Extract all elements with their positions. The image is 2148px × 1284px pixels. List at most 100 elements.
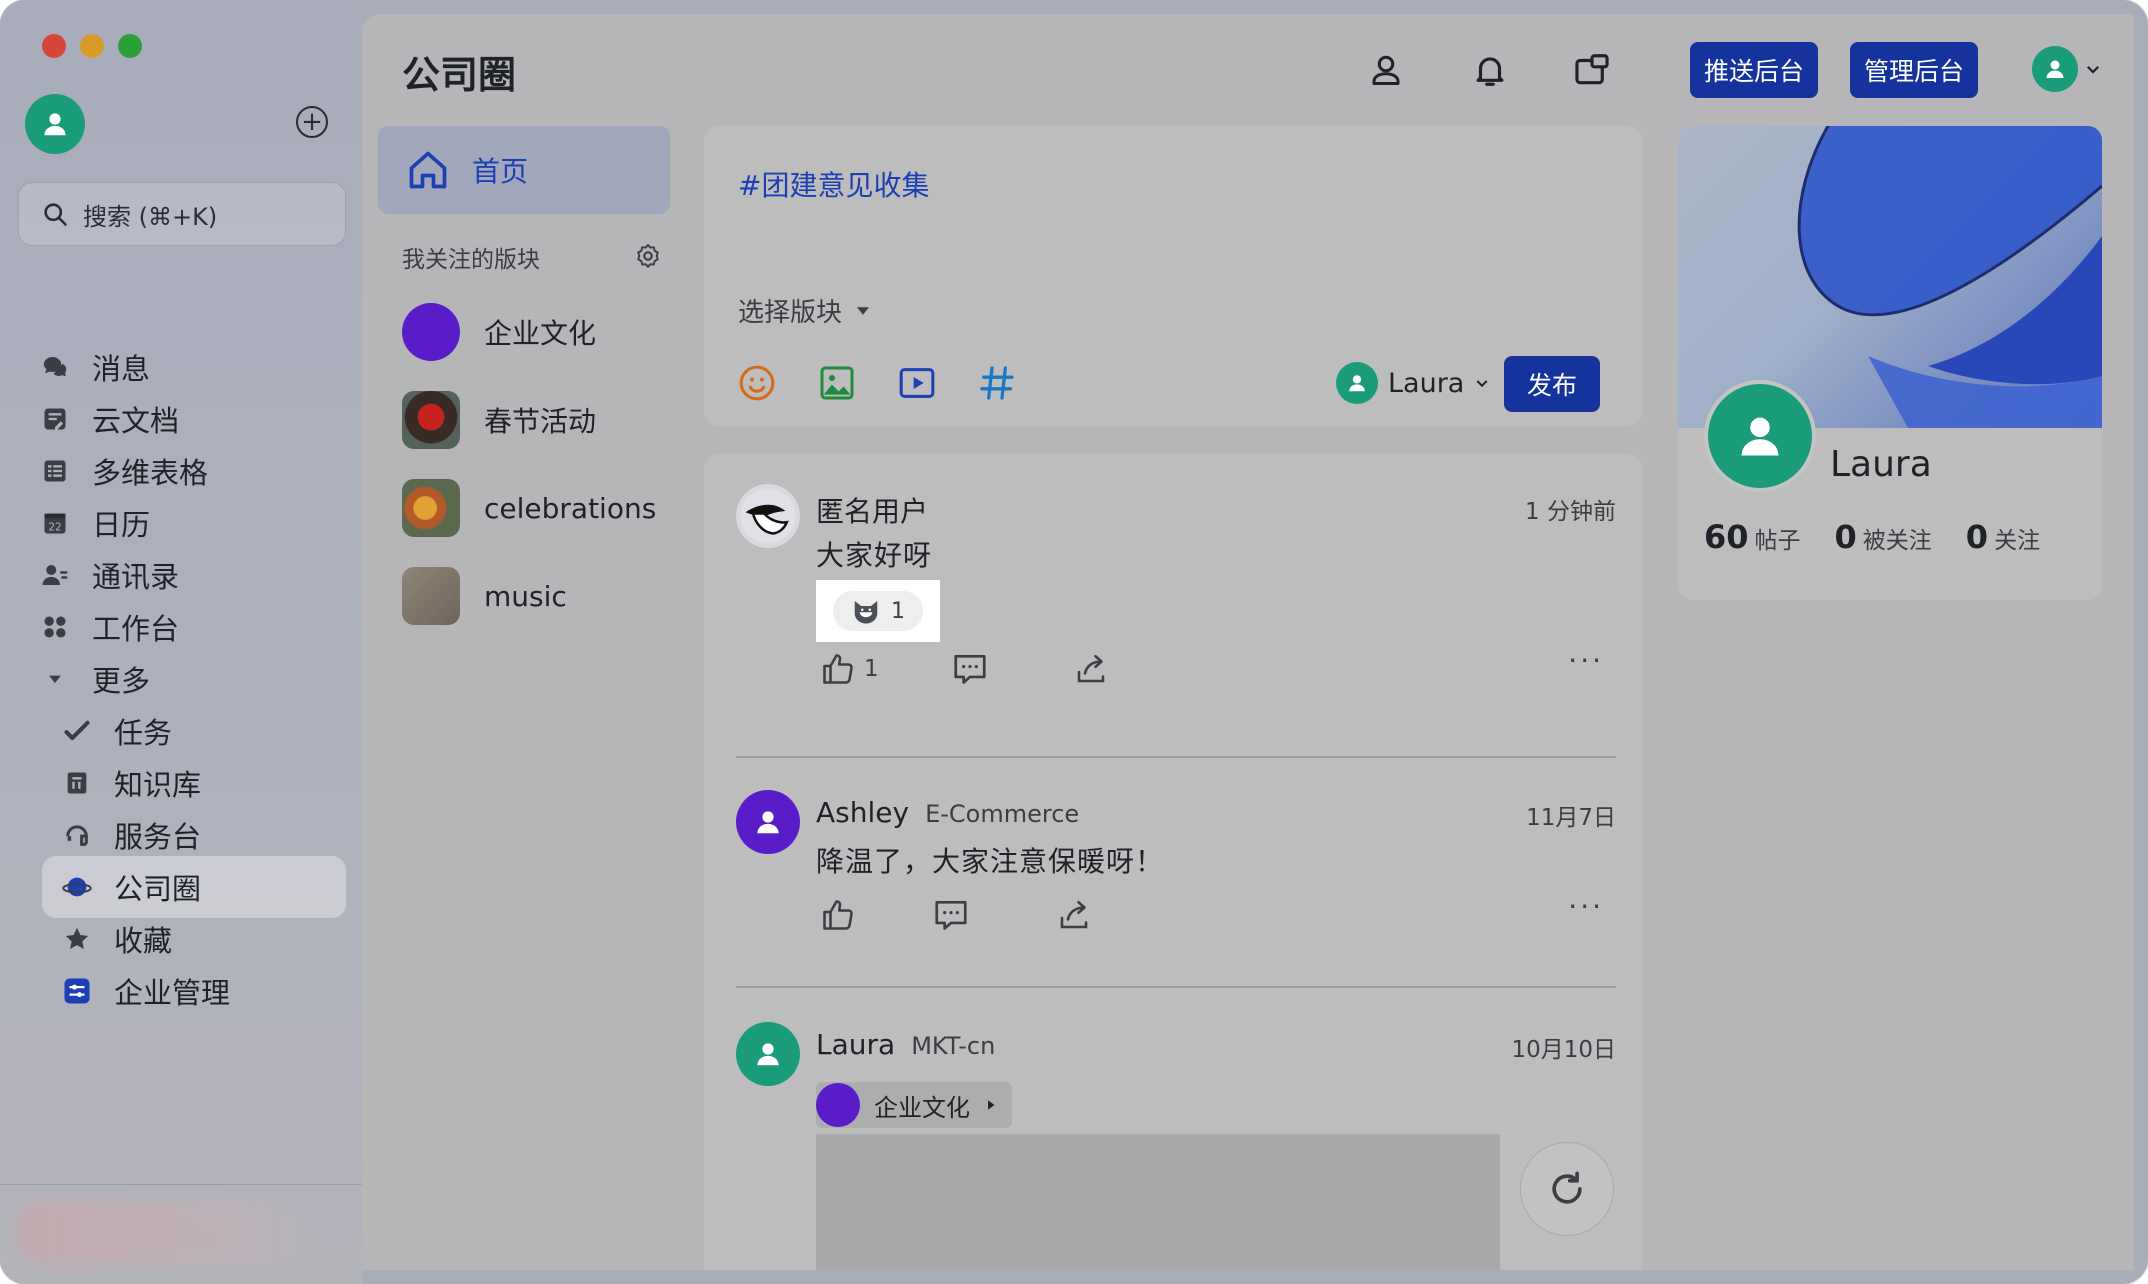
person-icon <box>757 811 779 834</box>
calendar-day: 22 <box>48 522 61 534</box>
forum-home-tab[interactable]: 首页 <box>378 126 670 214</box>
followed-forums-heading: 我关注的版块 <box>402 247 540 273</box>
caret-down-icon <box>40 664 70 694</box>
nav-label: 知识库 <box>114 768 202 802</box>
chevron-down-icon <box>1476 380 1488 388</box>
like-button[interactable]: 1 <box>820 651 879 687</box>
post-time: 1 分钟前 <box>1525 499 1616 525</box>
post-time: 10月10日 <box>1511 1037 1616 1063</box>
comment-icon <box>935 900 967 930</box>
post-card: Laura MKT-cn 10月10日 企业文化 <box>736 1022 1616 1270</box>
forum-item-music[interactable]: music <box>402 566 672 626</box>
caret-right-icon <box>988 1100 995 1110</box>
publish-button[interactable]: 发布 <box>1504 356 1600 412</box>
gear-icon[interactable] <box>634 242 662 270</box>
nav-label: 消息 <box>92 352 151 386</box>
nav-label: 工作台 <box>92 612 180 646</box>
app-window: + 搜索 (⌘+K) 消息 云文档 多维表格 22 日历 通讯录 工作台 更多 … <box>0 0 2148 1284</box>
topic-tag[interactable]: #团建意见收集 <box>738 164 929 204</box>
main-panel: 公司圈 推送后台 管理后台 首页 我关注的版块 企业文化 春节活动 celebr… <box>362 14 2134 1270</box>
like-button[interactable] <box>820 897 856 933</box>
post-as-selector[interactable]: Laura <box>1336 362 1490 404</box>
share-button[interactable] <box>1073 651 1109 687</box>
forum-item-celebrations[interactable]: celebrations <box>402 478 672 538</box>
post-composer: #团建意见收集 选择版块 Laura 发布 <box>704 126 1642 426</box>
nav-label: 企业管理 <box>114 976 231 1010</box>
manage-admin-button[interactable]: 管理后台 <box>1850 42 1978 98</box>
profile-avatar[interactable] <box>1704 380 1816 492</box>
user-avatar <box>1336 362 1378 404</box>
knowledge-icon <box>62 768 92 798</box>
post-image[interactable] <box>816 1134 1500 1270</box>
search-input[interactable]: 搜索 (⌘+K) <box>18 182 346 246</box>
following-stat[interactable]: 0 关注 <box>1966 518 2040 556</box>
image-icon[interactable] <box>816 362 858 404</box>
refresh-button[interactable] <box>1520 1142 1614 1236</box>
cat-emoji-icon <box>854 601 878 624</box>
hashtag-icon[interactable] <box>976 362 1018 404</box>
planet-icon <box>62 872 92 902</box>
post-author[interactable]: Laura MKT-cn <box>816 1028 995 1061</box>
author-avatar[interactable] <box>736 1022 800 1086</box>
reaction-chip[interactable]: 1 <box>816 580 940 642</box>
search-placeholder: 搜索 (⌘+K) <box>83 202 218 231</box>
forum-label: music <box>484 579 567 613</box>
thumbs-up-icon <box>823 900 853 930</box>
followers-stat[interactable]: 0 被关注 <box>1835 518 1932 556</box>
profile-icon[interactable] <box>1362 46 1410 94</box>
forum-item-culture[interactable]: 企业文化 <box>402 302 672 362</box>
profile-name: Laura <box>1830 444 1932 485</box>
forum-thumbnail <box>402 391 460 449</box>
select-forum-dropdown[interactable]: 选择版块 <box>738 292 872 329</box>
post-time: 11月7日 <box>1526 805 1616 831</box>
push-admin-button[interactable]: 推送后台 <box>1690 42 1818 98</box>
close-window-button[interactable] <box>42 34 66 58</box>
post-text: 降温了，大家注意保暖呀！ <box>816 845 1165 878</box>
post-action-bar: 1 <box>820 650 1109 688</box>
post-feed: 匿名用户 1 分钟前 大家好呀 1 1 ··· Ashley E-Commerc… <box>704 454 1642 1270</box>
nav-label: 公司圈 <box>114 872 202 906</box>
nav-label: 多维表格 <box>92 456 209 490</box>
post-author[interactable]: Ashley E-Commerce <box>816 796 1079 829</box>
nav-label: 更多 <box>92 664 151 698</box>
notification-bell-icon[interactable] <box>1466 46 1514 94</box>
anonymous-avatar[interactable] <box>736 484 800 548</box>
comment-button[interactable] <box>951 650 989 688</box>
chevron-down-icon[interactable] <box>2084 60 2102 78</box>
nav-label: 服务台 <box>114 820 202 854</box>
forum-item-spring-festival[interactable]: 春节活动 <box>402 390 672 450</box>
nav-label: 通讯录 <box>92 560 180 594</box>
video-icon[interactable] <box>896 362 938 404</box>
contacts-icon <box>40 560 70 590</box>
admin-icon <box>62 976 92 1006</box>
nav-item-admin[interactable]: 企业管理 <box>62 960 346 1022</box>
share-button[interactable] <box>1056 897 1092 933</box>
thumbs-up-icon <box>823 654 853 684</box>
user-avatar[interactable] <box>25 94 85 154</box>
blurred-footer-content <box>16 1201 316 1265</box>
maximize-window-button[interactable] <box>118 34 142 58</box>
add-icon[interactable]: + <box>296 106 328 138</box>
more-options-icon[interactable]: ··· <box>1568 644 1604 677</box>
post-forum-chip[interactable]: 企业文化 <box>816 1082 1012 1128</box>
forum-chip-label: 企业文化 <box>874 1093 970 1122</box>
post-divider <box>736 756 1616 758</box>
profile-card: Laura 60 帖子 0 被关注 0 关注 <box>1678 126 2102 600</box>
chat-icon <box>40 352 70 382</box>
like-count: 1 <box>864 656 879 682</box>
window-switch-icon[interactable] <box>1568 46 1616 94</box>
more-options-icon[interactable]: ··· <box>1568 890 1604 923</box>
minimize-window-button[interactable] <box>80 34 104 58</box>
post-author[interactable]: 匿名用户 <box>816 490 928 530</box>
window-controls <box>42 34 142 58</box>
comment-button[interactable] <box>932 896 970 934</box>
emoji-icon[interactable] <box>736 362 778 404</box>
forum-label: celebrations <box>484 491 657 525</box>
home-icon <box>409 151 447 189</box>
header-avatar[interactable] <box>2032 46 2078 92</box>
share-icon <box>1060 900 1088 929</box>
author-avatar[interactable] <box>736 790 800 854</box>
posts-stat[interactable]: 60 帖子 <box>1704 518 1801 556</box>
person-icon <box>757 1043 779 1066</box>
nav-footer <box>0 1184 362 1284</box>
